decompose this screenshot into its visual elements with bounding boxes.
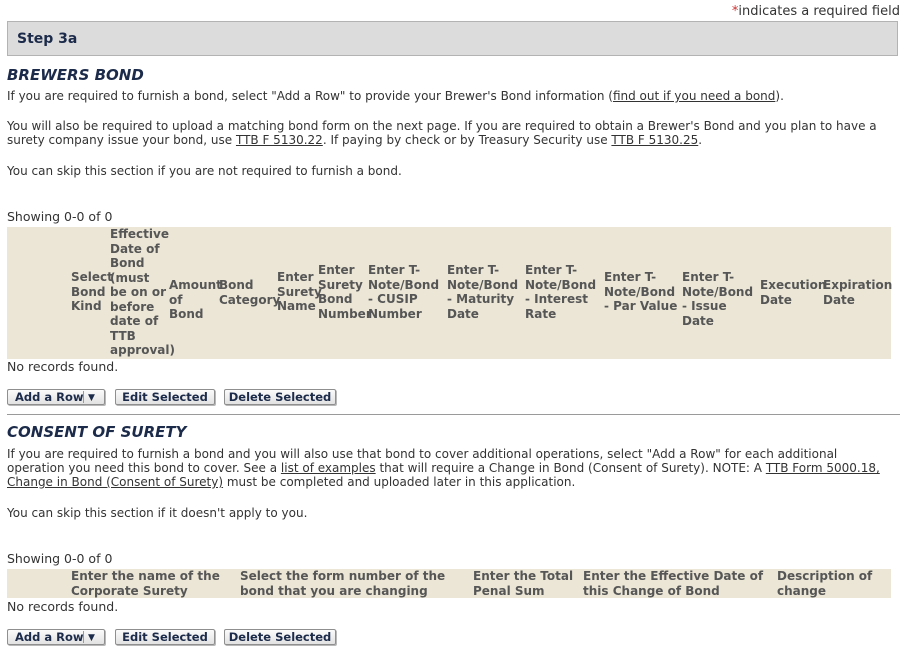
intro-text-end: ). [775, 89, 784, 103]
col-surety-bond-number[interactable]: Enter Surety Bond Number [318, 263, 372, 321]
edit-selected-label: Edit Selected [122, 630, 208, 644]
step-header: Step 3a [7, 21, 898, 56]
add-row-label: Add a Row [15, 630, 84, 644]
consent-no-records: No records found. [7, 599, 119, 614]
split-divider [83, 391, 84, 403]
need-bond-link[interactable]: find out if you need a bond [613, 89, 775, 103]
col-par-value[interactable]: Enter T-Note/Bond - Par Value [604, 270, 682, 314]
edit-selected-label: Edit Selected [122, 390, 208, 404]
upload-note-mid: . If paying by check or by Treasury Secu… [322, 133, 612, 147]
col-corporate-surety-name[interactable]: Enter the name of the Corporate Surety [71, 569, 236, 598]
consent-delete-selected-button[interactable]: Delete Selected [224, 629, 336, 645]
split-divider [83, 631, 84, 643]
add-row-label: Add a Row [15, 390, 84, 404]
brewers-bond-upload-note: You will also be required to upload a ma… [7, 119, 892, 147]
col-amount-of-bond[interactable]: Amount of Bond [169, 278, 222, 322]
consent-intro: If you are required to furnish a bond an… [7, 447, 892, 489]
col-change-effective-date[interactable]: Enter the Effective Date of this Change … [583, 569, 775, 598]
col-description-of-change[interactable]: Description of change [777, 569, 887, 598]
chevron-down-icon[interactable]: ▼ [88, 631, 95, 645]
col-execution-date[interactable]: Execution Date [760, 278, 826, 307]
consent-edit-selected-button[interactable]: Edit Selected [115, 629, 215, 645]
delete-selected-button[interactable]: Delete Selected [224, 389, 336, 405]
consent-intro-end: must be completed and uploaded later in … [223, 475, 576, 489]
col-surety-name[interactable]: Enter Surety Name [277, 270, 322, 314]
col-maturity-date[interactable]: Enter T-Note/Bond - Maturity Date [447, 263, 525, 321]
brewers-bond-intro: If you are required to furnish a bond, s… [7, 89, 892, 103]
edit-selected-button[interactable]: Edit Selected [115, 389, 215, 405]
consent-table-header: Enter the name of the Corporate Surety S… [7, 569, 891, 598]
list-of-examples-link[interactable]: list of examples [281, 461, 376, 475]
col-total-penal-sum[interactable]: Enter the Total Penal Sum [473, 569, 578, 598]
consent-intro-mid: that will require a Change in Bond (Cons… [375, 461, 766, 475]
consent-pagination-status: Showing 0-0 of 0 [7, 551, 113, 566]
ttb-f-5130-25-link[interactable]: TTB F 5130.25 [611, 133, 698, 147]
consent-skip-note: You can skip this section if it doesn't … [7, 506, 308, 520]
ttb-f-5130-22-link[interactable]: TTB F 5130.22 [236, 133, 323, 147]
brewers-bond-title: BREWERS BOND [7, 66, 144, 84]
consent-add-row-button[interactable]: Add a Row ▼ [7, 629, 105, 645]
delete-selected-label: Delete Selected [228, 630, 332, 644]
required-note-text: indicates a required field [738, 4, 900, 19]
col-effective-date[interactable]: Effective Date of Bond (must be on or be… [110, 227, 175, 358]
col-select-bond-kind[interactable]: Select Bond Kind [71, 270, 113, 314]
upload-note-end: . [698, 133, 703, 147]
col-form-number[interactable]: Select the form number of the bond that … [240, 569, 466, 598]
brewers-bond-skip-note: You can skip this section if you are not… [7, 164, 402, 178]
chevron-down-icon[interactable]: ▼ [88, 391, 95, 405]
col-interest-rate[interactable]: Enter T-Note/Bond - Interest Rate [525, 263, 603, 321]
brewers-bond-pagination-status: Showing 0-0 of 0 [7, 209, 113, 224]
required-field-note: *indicates a required field [732, 4, 900, 19]
col-bond-category[interactable]: Bond Category [219, 278, 280, 307]
delete-selected-label: Delete Selected [228, 390, 332, 404]
brewers-bond-table-header: Select Bond Kind Effective Date of Bond … [7, 227, 892, 359]
col-cusip-number[interactable]: Enter T-Note/Bond - CUSIP Number [368, 263, 446, 321]
consent-of-surety-title: CONSENT OF SURETY [7, 423, 187, 441]
brewers-bond-no-records: No records found. [7, 359, 119, 374]
step-title: Step 3a [17, 31, 78, 47]
col-issue-date[interactable]: Enter T-Note/Bond - Issue Date [682, 270, 760, 328]
section-divider [7, 414, 900, 415]
col-expiration-date[interactable]: Expiration Date [823, 278, 892, 307]
intro-text: If you are required to furnish a bond, s… [7, 89, 613, 103]
add-row-button[interactable]: Add a Row ▼ [7, 389, 105, 405]
